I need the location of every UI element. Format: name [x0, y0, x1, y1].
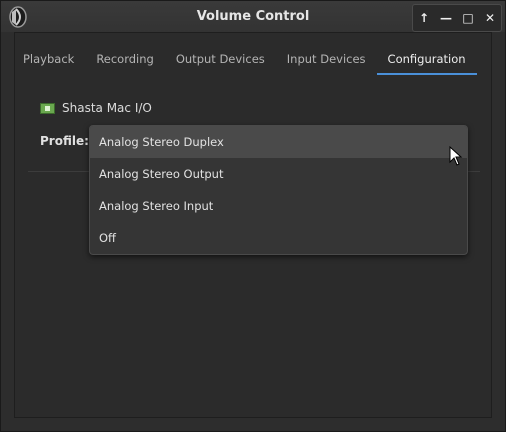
tab-output-devices[interactable]: Output Devices [165, 44, 276, 75]
tab-playback[interactable]: Playback [12, 44, 85, 75]
profile-label: Profile: [40, 134, 89, 148]
tab-input-devices[interactable]: Input Devices [276, 44, 377, 75]
menu-item-analog-stereo-output[interactable]: Analog Stereo Output [90, 158, 467, 190]
tab-bar: Playback Recording Output Devices Input … [12, 44, 477, 78]
window-controls: ↑ — □ ✕ [412, 4, 502, 32]
mouse-cursor-icon [449, 146, 463, 166]
title-bar[interactable]: Volume Control ↑ — □ ✕ [1, 1, 505, 32]
sound-card-icon [40, 102, 55, 114]
minimize-button[interactable]: — [435, 5, 457, 31]
keep-above-button[interactable]: ↑ [413, 5, 435, 31]
menu-item-analog-stereo-duplex[interactable]: Analog Stereo Duplex [90, 126, 467, 158]
tab-configuration[interactable]: Configuration [376, 44, 477, 75]
menu-item-analog-stereo-input[interactable]: Analog Stereo Input [90, 190, 467, 222]
volume-control-window: Volume Control ↑ — □ ✕ Playback Recordin… [0, 0, 506, 432]
menu-item-off[interactable]: Off [90, 222, 467, 254]
device-name: Shasta Mac I/O [62, 101, 152, 115]
profile-dropdown-menu[interactable]: Analog Stereo Duplex Analog Stereo Outpu… [89, 125, 468, 255]
device-header: Shasta Mac I/O [40, 101, 152, 115]
close-button[interactable]: ✕ [479, 5, 501, 31]
tab-recording[interactable]: Recording [85, 44, 165, 75]
maximize-button[interactable]: □ [457, 5, 479, 31]
